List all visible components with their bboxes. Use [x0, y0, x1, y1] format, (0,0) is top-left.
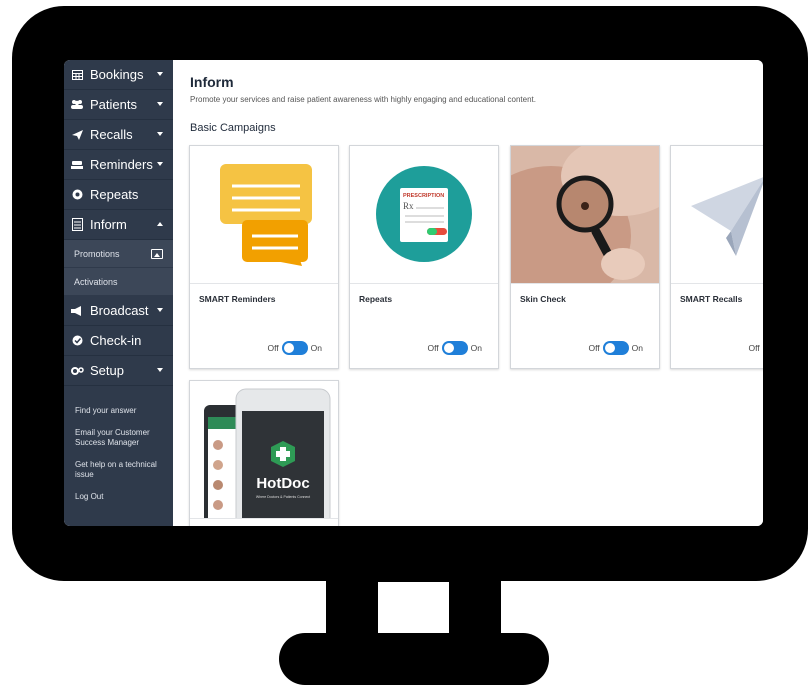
chevron-down-icon [157, 162, 163, 166]
card-title: Skin Check [520, 294, 566, 304]
chevron-down-icon [157, 132, 163, 136]
link-logout[interactable]: Log Out [75, 492, 173, 502]
nav-inform[interactable]: Inform [64, 210, 173, 240]
nav-checkin[interactable]: Check-in [64, 326, 173, 356]
screen: Bookings Patients Recalls Reminders Repe… [64, 60, 763, 526]
help-links: Find your answer Email your Customer Suc… [64, 386, 173, 502]
chat-bubbles-illustration [190, 146, 338, 284]
monitor-foot [279, 633, 549, 685]
page-subtitle: Promote your services and raise patient … [190, 95, 536, 104]
nav-setup[interactable]: Setup [64, 356, 173, 386]
check-icon [70, 335, 84, 347]
subnav-promotions[interactable]: Promotions [64, 240, 173, 268]
section-heading: Basic Campaigns [190, 122, 276, 134]
nav-label: Broadcast [90, 303, 149, 318]
image-icon [151, 249, 163, 259]
rx-text: Rx [403, 201, 414, 211]
chevron-up-icon [157, 222, 163, 226]
nav-label: Setup [90, 363, 124, 378]
nav-repeats[interactable]: Repeats [64, 180, 173, 210]
ticket-icon [70, 159, 84, 171]
main-content: Inform Promote your services and raise p… [173, 60, 763, 526]
hotdoc-logo-text: HotDoc [256, 475, 309, 492]
campaign-card-repeats[interactable]: PRESCRIPTION Rx Repeats Off On [349, 145, 499, 369]
nav-broadcast[interactable]: Broadcast [64, 296, 173, 326]
calendar-icon [70, 69, 84, 81]
prescription-text: PRESCRIPTION [403, 193, 444, 199]
campaign-toggle[interactable]: Off On [588, 341, 643, 355]
toggle-on-label: On [310, 343, 322, 353]
nav-label: Bookings [90, 67, 144, 82]
chevron-down-icon [157, 368, 163, 372]
toggle-switch[interactable] [281, 341, 308, 355]
page-title: Inform [190, 74, 234, 90]
toggle-off-label: Off [748, 343, 760, 353]
chevron-down-icon [157, 308, 163, 312]
nav-label: Inform [90, 217, 127, 232]
nav-label: Patients [90, 97, 137, 112]
campaign-card-smart-recalls[interactable]: SMART Recalls Off On [670, 145, 763, 369]
nav-recalls[interactable]: Recalls [64, 120, 173, 150]
gears-icon [70, 365, 84, 377]
chevron-down-icon [157, 102, 163, 106]
paper-plane-illustration [671, 146, 763, 284]
megaphone-icon [70, 305, 84, 317]
link-find-answer[interactable]: Find your answer [75, 406, 173, 416]
toggle-switch[interactable] [441, 341, 468, 355]
prescription-illustration: PRESCRIPTION Rx [350, 146, 498, 284]
document-icon [70, 218, 84, 231]
campaign-card-hotdoc[interactable]: HotDoc Where Doctors & Patients Connect [189, 380, 339, 526]
chevron-down-icon [157, 72, 163, 76]
card-title: SMART Recalls [680, 294, 743, 304]
card-title: Repeats [359, 294, 393, 304]
nav-reminders[interactable]: Reminders [64, 150, 173, 180]
campaign-toggle[interactable]: Off On [427, 341, 482, 355]
card-title: SMART Reminders [199, 294, 276, 304]
send-icon [70, 129, 84, 141]
campaign-toggle[interactable]: Off On [267, 341, 322, 355]
nav-bookings[interactable]: Bookings [64, 60, 173, 90]
nav-label: Reminders [90, 157, 153, 172]
subnav-label: Activations [74, 276, 118, 287]
refresh-icon [70, 189, 84, 201]
toggle-on-label: On [631, 343, 643, 353]
users-icon [70, 99, 84, 111]
subnav-activations[interactable]: Activations [64, 268, 173, 296]
campaign-card-skin-check[interactable]: Skin Check Off On [510, 145, 660, 369]
toggle-off-label: Off [588, 343, 600, 353]
subnav-label: Promotions [74, 248, 120, 259]
link-email-csm[interactable]: Email your Customer Success Manager [75, 428, 160, 448]
nav-patients[interactable]: Patients [64, 90, 173, 120]
hotdoc-tagline: Where Doctors & Patients Connect [256, 495, 310, 499]
link-technical-help[interactable]: Get help on a technical issue [75, 460, 160, 480]
nav-label: Repeats [90, 187, 139, 202]
toggle-switch[interactable] [602, 341, 629, 355]
toggle-on-label: On [470, 343, 482, 353]
toggle-off-label: Off [427, 343, 439, 353]
sidebar: Bookings Patients Recalls Reminders Repe… [64, 60, 173, 526]
neck-gap [378, 582, 449, 634]
nav-label: Recalls [90, 127, 133, 142]
toggle-off-label: Off [267, 343, 279, 353]
hotdoc-phones-illustration: HotDoc Where Doctors & Patients Connect [190, 381, 338, 519]
skin-check-photo [511, 146, 659, 284]
nav-label: Check-in [90, 333, 142, 348]
campaign-card-smart-reminders[interactable]: SMART Reminders Off On [189, 145, 339, 369]
campaign-toggle[interactable]: Off On [748, 341, 763, 355]
